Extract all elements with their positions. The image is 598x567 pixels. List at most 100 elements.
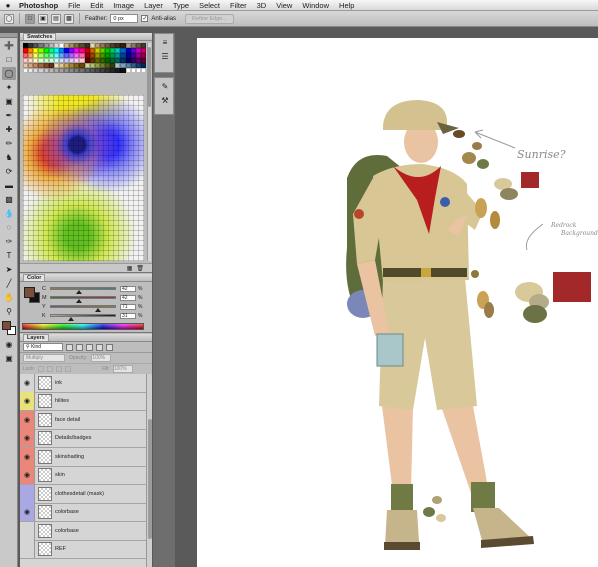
magenta-value[interactable]: 42 — [120, 294, 136, 301]
layer-thumbnail[interactable] — [38, 486, 52, 501]
brush-tool-icon[interactable]: ✏ — [2, 137, 16, 150]
subtract-selection-icon[interactable]: ▤ — [51, 13, 61, 24]
layer-row[interactable]: REF — [20, 540, 146, 559]
tool-presets-panel-icon[interactable]: ⚒ — [156, 95, 174, 106]
properties-panel-icon[interactable]: ☰ — [156, 51, 174, 62]
layer-thumbnail[interactable] — [38, 375, 52, 390]
layer-name[interactable]: Details/badges — [55, 435, 91, 441]
layer-thumbnail[interactable] — [38, 394, 52, 409]
new-swatch-icon[interactable]: ▦ — [127, 265, 133, 272]
layer-name[interactable]: skinshading — [55, 454, 84, 460]
layer-row[interactable]: ◉ skinshading — [20, 447, 146, 467]
type-tool-icon[interactable]: T — [2, 249, 16, 262]
eraser-tool-icon[interactable]: ▬ — [2, 179, 16, 192]
stamp-tool-icon[interactable]: ♞ — [2, 151, 16, 164]
layer-row[interactable]: ◉ colorbase — [20, 503, 146, 522]
history-brush-icon[interactable]: ⟳ — [2, 165, 16, 178]
path-select-tool-icon[interactable]: ➤ — [2, 263, 16, 276]
layer-visibility-eye-icon[interactable] — [20, 540, 35, 559]
lock-pixels-icon[interactable] — [46, 366, 53, 372]
quick-select-tool-icon[interactable]: ✦ — [2, 81, 16, 94]
magenta-track[interactable] — [50, 296, 116, 303]
menu-3d[interactable]: 3D — [252, 1, 272, 10]
layer-visibility-eye-icon[interactable] — [20, 484, 35, 503]
menu-edit[interactable]: Edit — [85, 1, 108, 10]
menu-window[interactable]: Window — [297, 1, 334, 10]
layer-row[interactable]: ◉ skin — [20, 466, 146, 485]
yellow-value[interactable]: 71 — [120, 303, 136, 310]
layer-thumbnail[interactable] — [38, 412, 52, 427]
adjustments-panel-icon[interactable]: ≡ — [156, 37, 174, 48]
layer-thumbnail[interactable] — [38, 542, 52, 557]
cyan-value[interactable]: 42 — [120, 285, 136, 292]
apple-menu-icon[interactable]: ● — [2, 1, 14, 10]
pixel-filter-icon[interactable] — [66, 343, 73, 351]
swatches-tab[interactable]: Swatches — [23, 33, 57, 40]
new-selection-icon[interactable]: □ — [25, 13, 35, 24]
menu-view[interactable]: View — [271, 1, 297, 10]
menu-filter[interactable]: Filter — [225, 1, 252, 10]
brush-presets-panel-icon[interactable]: ✎ — [156, 81, 174, 92]
black-value[interactable]: 31 — [120, 312, 136, 319]
custom-swatch-gradient[interactable] — [23, 95, 144, 261]
layer-row[interactable]: ◉ hilites — [20, 392, 146, 411]
layer-thumbnail[interactable] — [38, 523, 52, 538]
refine-edge-button[interactable]: Refine Edge... — [185, 13, 234, 24]
foreground-color-swatch[interactable] — [2, 321, 11, 330]
layer-name[interactable]: hilites — [55, 398, 69, 404]
smart-filter-icon[interactable] — [106, 343, 113, 351]
menu-type[interactable]: Type — [168, 1, 194, 10]
antialias-checkbox[interactable]: ✓ — [141, 15, 149, 22]
gradient-tool-icon[interactable]: ▩ — [2, 193, 16, 206]
layers-scrollbar[interactable] — [146, 374, 152, 567]
layer-name[interactable]: ink — [55, 380, 62, 386]
fill-input[interactable]: 100% — [112, 365, 133, 373]
shape-filter-icon[interactable] — [96, 343, 103, 351]
blur-tool-icon[interactable]: 💧 — [2, 207, 16, 220]
layer-visibility-eye-icon[interactable]: ◉ — [20, 374, 35, 392]
lock-all-icon[interactable] — [64, 366, 71, 372]
layer-thumbnail[interactable] — [38, 431, 52, 446]
lock-transparent-icon[interactable] — [37, 366, 44, 372]
scroll-thumb[interactable] — [148, 47, 151, 107]
layer-visibility-eye-icon[interactable]: ◉ — [20, 503, 35, 522]
layer-visibility-eye-icon[interactable]: ◉ — [20, 429, 35, 448]
zoom-tool-icon[interactable]: ⚲ — [2, 305, 16, 318]
lock-position-icon[interactable] — [55, 366, 62, 372]
layer-visibility-eye-icon[interactable]: ◉ — [20, 466, 35, 485]
layer-visibility-eye-icon[interactable]: ◉ — [20, 392, 35, 411]
black-knob[interactable] — [68, 317, 75, 321]
color-spectrum-bar[interactable] — [22, 323, 144, 330]
feather-input[interactable]: 0 px — [110, 14, 139, 23]
menu-image[interactable]: Image — [108, 1, 139, 10]
adjustment-filter-icon[interactable] — [76, 343, 83, 351]
menu-app-photoshop[interactable]: Photoshop — [14, 1, 63, 10]
filter-kind-dropdown[interactable]: ⚲ Kind — [23, 343, 63, 351]
layer-name[interactable]: skin — [55, 472, 65, 478]
yellow-track[interactable] — [50, 305, 116, 312]
pen-tool-icon[interactable]: ✑ — [2, 235, 16, 248]
swatch-cell[interactable] — [140, 68, 146, 73]
layer-thumbnail[interactable] — [38, 449, 52, 464]
layer-row[interactable]: ◉ face detail — [20, 410, 146, 430]
layer-row[interactable]: colorbase — [20, 521, 146, 541]
opacity-input[interactable]: 100% — [91, 354, 112, 362]
layer-name[interactable]: face detail — [55, 417, 80, 423]
black-track[interactable] — [50, 314, 116, 321]
layer-visibility-eye-icon[interactable]: ◉ — [20, 447, 35, 466]
menu-help[interactable]: Help — [334, 1, 359, 10]
layers-tab[interactable]: Layers — [23, 334, 49, 341]
tools-grip[interactable] — [0, 33, 17, 38]
layer-row[interactable]: ◉ Details/badges — [20, 429, 146, 448]
add-selection-icon[interactable]: ▣ — [38, 13, 48, 24]
layer-visibility-eye-icon[interactable] — [20, 521, 35, 540]
screen-mode-icon[interactable]: ▣ — [2, 352, 16, 365]
layer-row[interactable]: ◉ ink — [20, 374, 146, 393]
healing-tool-icon[interactable]: ✚ — [2, 123, 16, 136]
crop-tool-icon[interactable]: ▣ — [2, 95, 16, 108]
swatch-grid[interactable] — [23, 43, 146, 73]
blend-mode-dropdown[interactable]: Multiply — [23, 354, 65, 362]
layer-row[interactable]: clothesdetail (mask) — [20, 484, 146, 504]
layer-name[interactable]: clothesdetail (mask) — [55, 491, 104, 497]
scroll-thumb[interactable] — [148, 419, 152, 539]
